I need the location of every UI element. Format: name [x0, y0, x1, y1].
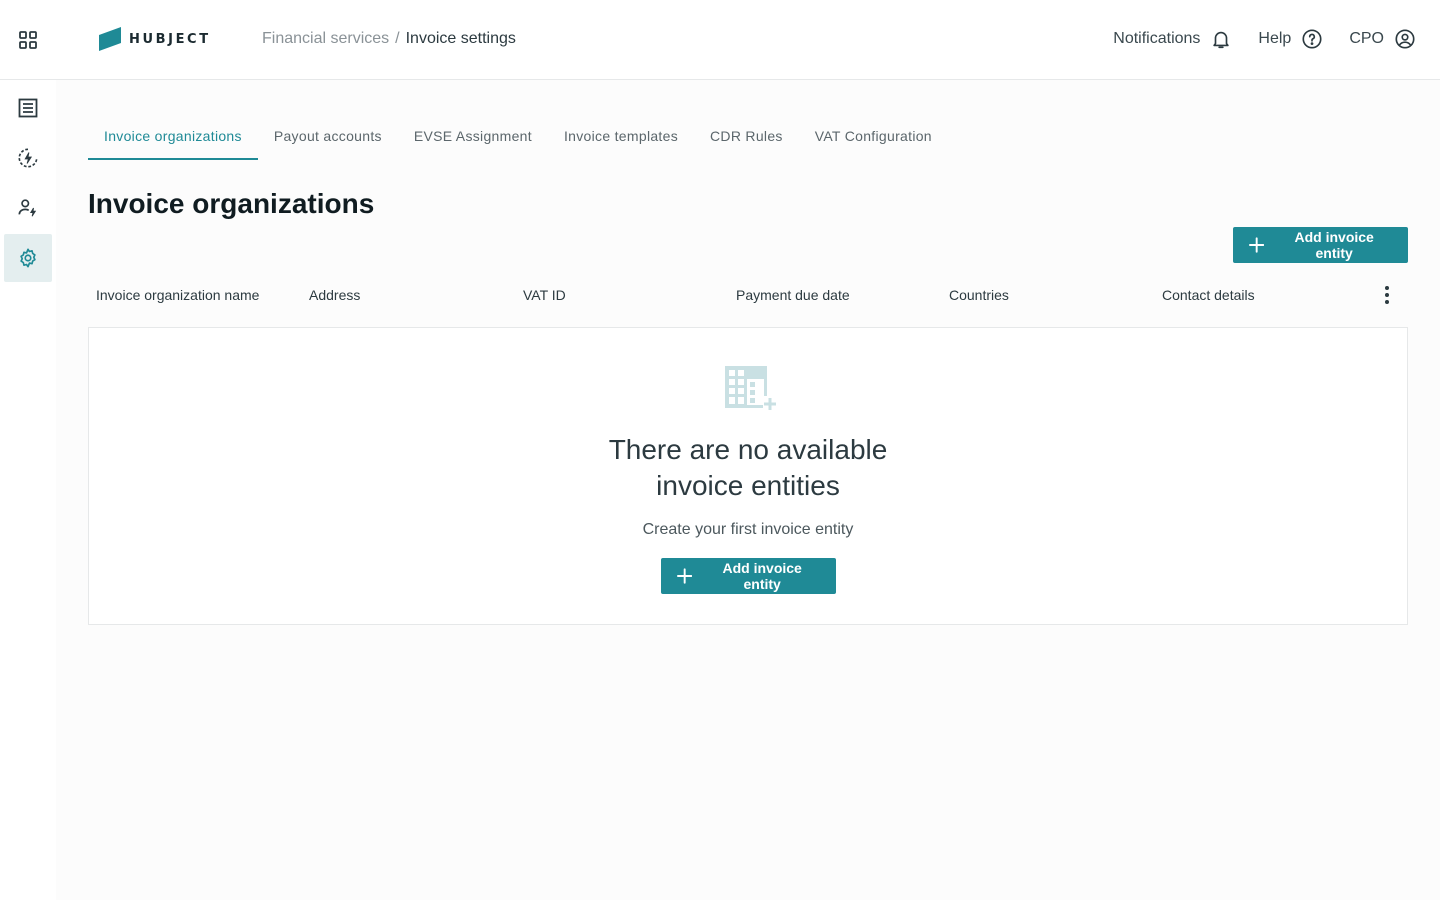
sidebar-item-charging[interactable]: [4, 134, 52, 182]
plus-icon: [677, 568, 693, 584]
plus-icon: [1249, 237, 1265, 253]
column-header[interactable]: Invoice organization name: [96, 287, 259, 303]
notifications-button[interactable]: Notifications: [1113, 28, 1232, 50]
column-header[interactable]: Countries: [949, 287, 1009, 303]
building-add-icon: [725, 366, 777, 412]
sidebar-item-users[interactable]: [4, 184, 52, 232]
empty-state-card: There are no available invoice entities …: [88, 327, 1408, 625]
notifications-label: Notifications: [1113, 30, 1201, 47]
top-right-actions: Notifications Help CPO: [1113, 28, 1416, 50]
tab-invoice-templates[interactable]: Invoice templates: [548, 112, 694, 160]
column-header[interactable]: Contact details: [1162, 287, 1255, 303]
table-header: Invoice organization name Address VAT ID…: [88, 278, 1408, 312]
column-header[interactable]: Address: [309, 287, 360, 303]
add-invoice-entity-label: Add invoice entity: [1294, 229, 1374, 261]
user-menu-button[interactable]: CPO: [1349, 28, 1416, 50]
empty-state-subtitle: Create your first invoice entity: [642, 521, 854, 538]
apps-grid-icon[interactable]: [16, 28, 40, 52]
breadcrumb-parent-link[interactable]: Financial services: [262, 30, 389, 48]
logo-mark-icon: [99, 27, 121, 51]
user-label: CPO: [1349, 30, 1384, 47]
breadcrumb-separator: /: [395, 30, 400, 47]
empty-state-title-line: invoice entities: [656, 470, 840, 501]
logo[interactable]: HUBJECT: [99, 27, 211, 51]
bell-icon: [1213, 31, 1230, 49]
gear-icon: [20, 248, 36, 268]
sidebar-item-settings[interactable]: [4, 234, 52, 282]
table-more-menu[interactable]: [1376, 284, 1398, 306]
empty-state-title: There are no available invoice entities: [89, 432, 1407, 504]
sidebar: [0, 80, 56, 900]
column-header[interactable]: Payment due date: [736, 287, 850, 303]
user-charging-icon: [18, 199, 37, 217]
page-title: Invoice organizations: [88, 188, 375, 219]
tab-evse-assignment[interactable]: EVSE Assignment: [398, 112, 548, 160]
charging-icon: [18, 148, 38, 168]
tab-vat-configuration[interactable]: VAT Configuration: [799, 112, 948, 160]
settings-tabs: Invoice organizations Payout accounts EV…: [88, 112, 948, 160]
help-label: Help: [1258, 30, 1292, 47]
add-invoice-entity-button[interactable]: Add invoice entity: [1233, 227, 1408, 263]
column-header[interactable]: VAT ID: [523, 287, 566, 303]
help-icon: [1302, 29, 1322, 49]
empty-add-invoice-entity-label: Add invoice entity: [722, 560, 802, 592]
help-button[interactable]: Help: [1258, 28, 1323, 50]
tab-payout-accounts[interactable]: Payout accounts: [258, 112, 398, 160]
logo-text: HUBJECT: [129, 31, 211, 47]
more-vertical-icon: [1385, 286, 1389, 304]
tab-invoice-organizations[interactable]: Invoice organizations: [88, 112, 258, 160]
empty-state-title-line: There are no available: [608, 434, 888, 465]
account-icon: [1395, 29, 1415, 49]
tab-cdr-rules[interactable]: CDR Rules: [694, 112, 799, 160]
breadcrumb: Financial services / Invoice settings: [262, 30, 516, 48]
breadcrumb-current: Invoice settings: [405, 30, 516, 47]
top-bar: HUBJECT Financial services / Invoice set…: [0, 0, 1440, 80]
sidebar-item-list[interactable]: [4, 84, 52, 132]
list-icon: [18, 98, 38, 118]
empty-add-invoice-entity-button[interactable]: Add invoice entity: [661, 558, 836, 594]
